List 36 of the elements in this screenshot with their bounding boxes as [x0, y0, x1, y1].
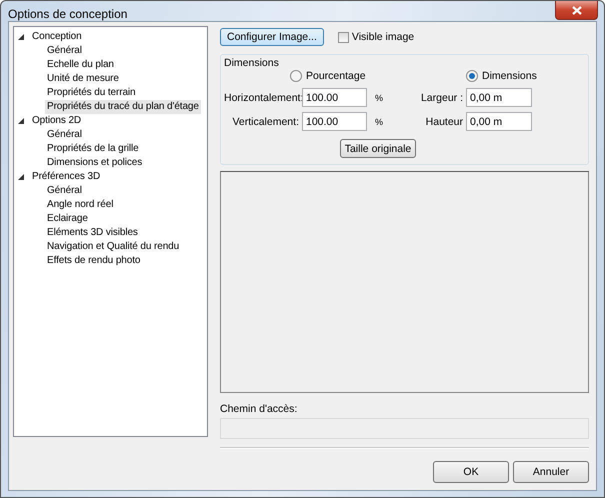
path-label: Chemin d'accès: [220, 403, 298, 415]
field-label: Largeur : [420, 92, 463, 104]
tree-item[interactable]: Echelle du plan [45, 58, 116, 72]
input-field[interactable]: 100.00 [302, 112, 367, 131]
input-field[interactable]: 100.00 [302, 88, 367, 107]
tree-item[interactable]: Général [45, 128, 84, 142]
tree-item[interactable]: Effets de rendu photo [45, 254, 142, 268]
tree-item[interactable]: Navigation et Qualité du rendu [45, 240, 182, 254]
group-title: Dimensions [224, 57, 280, 69]
original-size-button[interactable]: Taille originale [340, 139, 416, 158]
checkbox-label: Visible image [352, 31, 414, 43]
field-label: Verticalement: [231, 116, 299, 128]
configure-image-button[interactable]: Configurer Image... [220, 28, 324, 46]
tree-item[interactable]: Eléments 3D visibles [45, 226, 140, 240]
tree-item[interactable]: Général [45, 184, 84, 198]
tree-item[interactable]: Options 2D [30, 114, 84, 128]
tree-item[interactable]: Préférences 3D [30, 170, 102, 184]
window-title: Options de conception [8, 7, 128, 21]
tree-item[interactable]: Conception [30, 30, 84, 44]
tree-item[interactable]: Propriétés de la grille [45, 142, 141, 156]
unit-label: % [374, 92, 384, 102]
tree-item[interactable]: Angle nord réel [45, 198, 116, 212]
cancel-button[interactable]: Annuler [513, 461, 589, 483]
tree-item[interactable]: Unité de mesure [45, 72, 121, 86]
ok-button[interactable]: OK [433, 461, 509, 483]
tree-item[interactable]: Dimensions et polices [45, 156, 144, 170]
tree-item[interactable]: Propriétés du tracé du plan d'étage [45, 100, 201, 114]
input-field[interactable]: 0,00 m [466, 112, 532, 131]
tree-item[interactable]: Général [45, 44, 84, 58]
tree-item[interactable]: Eclairage [45, 212, 90, 226]
tree-item[interactable]: Propriétés du terrain [45, 86, 138, 100]
field-label: Hauteur [424, 116, 463, 128]
unit-label: % [374, 116, 384, 126]
radio-label: Pourcentage [306, 70, 366, 82]
radio-label: Dimensions [482, 70, 537, 82]
input-field[interactable]: 0,00 m [466, 88, 532, 107]
